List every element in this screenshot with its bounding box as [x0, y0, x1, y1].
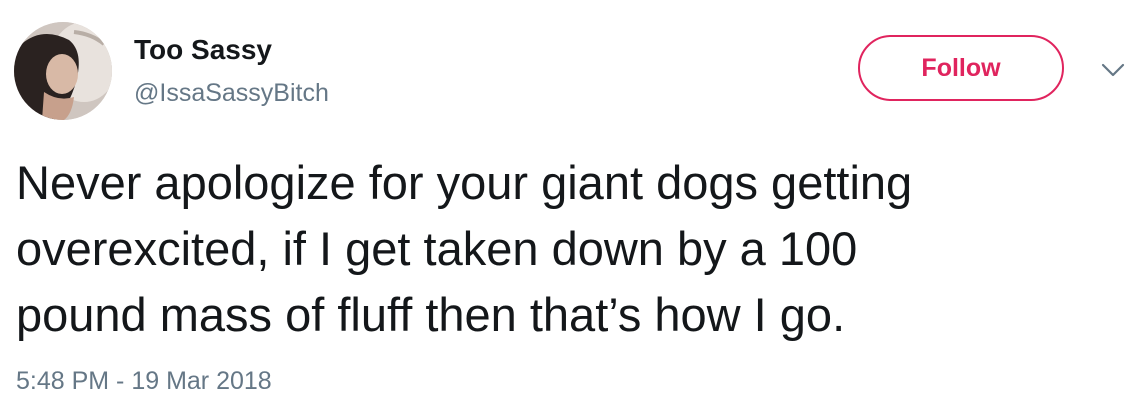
timestamp[interactable]: 5:48 PM - 19 Mar 2018: [16, 366, 272, 396]
chevron-down-icon[interactable]: [1100, 60, 1126, 80]
tweet-text: Never apologize for your giant dogs gett…: [16, 150, 1126, 348]
tweet-card: Too Sassy @IssaSassyBitch Follow Never a…: [0, 0, 1144, 420]
tweet-text-line: Never apologize for your giant dogs gett…: [16, 156, 913, 209]
avatar[interactable]: [14, 22, 112, 120]
tweet-text-line: pound mass of fluff then that’s how I go…: [16, 288, 846, 341]
tweet-text-line: overexcited, if I get taken down by a 10…: [16, 222, 858, 275]
follow-button[interactable]: Follow: [858, 35, 1064, 101]
user-handle[interactable]: @IssaSassyBitch: [134, 78, 329, 108]
avatar-image: [14, 22, 112, 120]
display-name[interactable]: Too Sassy: [134, 33, 272, 67]
